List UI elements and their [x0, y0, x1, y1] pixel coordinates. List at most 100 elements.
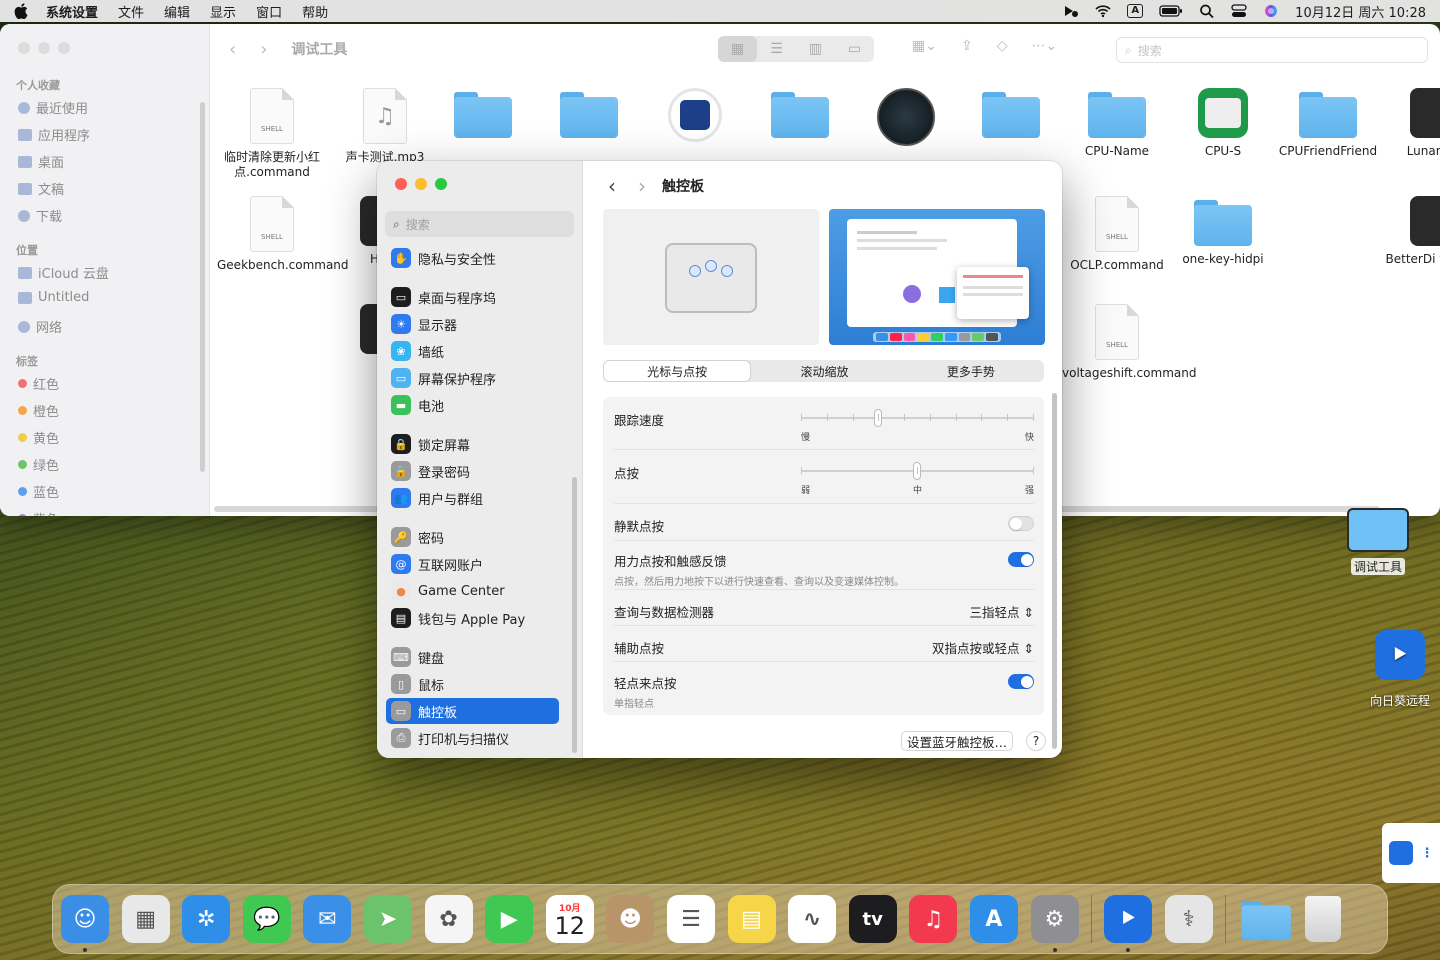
tag-icon[interactable]: ◇ [997, 38, 1008, 54]
sidebar-item-applications[interactable]: 应用程序 [18, 125, 90, 144]
bluetooth-trackpad-button[interactable]: 设置蓝牙触控板… [901, 731, 1013, 751]
sidebar-item[interactable]: ✋ 隐私与安全性 [386, 245, 559, 271]
file-item[interactable] [428, 88, 538, 144]
sidebar-item[interactable]: ▤ 钱包与 Apple Pay [386, 605, 559, 631]
back-arrow-icon[interactable]: ‹ [229, 39, 236, 60]
sidebar-item[interactable]: ▬ 电池 [386, 392, 559, 418]
file-item[interactable]: one-key-hidpi [1168, 196, 1278, 267]
minimize-button[interactable] [38, 42, 50, 54]
screen-record-icon[interactable] [1063, 4, 1079, 18]
share-icon[interactable]: ⇪ [961, 38, 973, 54]
sidebar-tag[interactable]: 黄色 [18, 428, 59, 447]
file-item[interactable]: CPU-S [1168, 88, 1278, 159]
launchpad-icon[interactable]: ▦ [121, 895, 170, 943]
gallery-view-icon[interactable]: ▭ [835, 36, 874, 62]
click-pressure-slider[interactable] [801, 462, 1034, 480]
finder-icon[interactable]: ☺ [61, 895, 109, 952]
more-actions-icon[interactable]: ⋯⌄ [1031, 38, 1057, 54]
siri-icon[interactable] [1263, 4, 1279, 18]
file-item[interactable]: Lunar-6.2 [1380, 88, 1440, 159]
file-item[interactable]: CPUFriendFriend [1273, 88, 1383, 159]
battery-icon[interactable] [1159, 4, 1183, 18]
clock[interactable]: 10月12日 周六 10:28 [1295, 2, 1426, 21]
apple-menu-icon[interactable] [14, 3, 28, 19]
sidebar-tag[interactable]: 橙色 [18, 401, 59, 420]
sidebar-item[interactable]: ▭ 屏幕保护程序 [386, 365, 559, 391]
tab-more-gestures[interactable]: 更多手势 [898, 360, 1044, 382]
sidebar-item[interactable]: ⌨ 键盘 [386, 644, 559, 670]
secondary-click-popup[interactable]: 双指点按或轻点 ⇕ [932, 638, 1034, 657]
sidebar-item[interactable]: @ 互联网账户 [386, 551, 559, 577]
sidebar-item-downloads[interactable]: 下载 [18, 206, 62, 225]
sidebar-tag[interactable]: 绿色 [18, 455, 59, 474]
file-item[interactable]: SHELL Geekbench.command [217, 196, 349, 273]
force-click-toggle[interactable] [1008, 552, 1034, 567]
sunlogin-icon[interactable]: ⯈ [1104, 895, 1153, 952]
facetime-icon[interactable]: ▶ [485, 895, 534, 943]
lookup-popup[interactable]: 三指轻点 ⇕ [970, 602, 1034, 621]
sidebar-item[interactable]: ❀ 墙纸 [386, 338, 559, 364]
input-method-indicator[interactable]: A [1127, 4, 1144, 18]
tab-point-click[interactable]: 光标与点按 [604, 361, 751, 381]
sidebar-scrollbar[interactable] [200, 102, 205, 472]
contacts-icon[interactable]: ☻ [606, 895, 655, 943]
sidebar-item-icloud[interactable]: iCloud 云盘 [18, 263, 109, 282]
close-button[interactable] [18, 42, 30, 54]
system-settings-icon[interactable]: ⚙ [1030, 895, 1079, 952]
sidebar-item[interactable]: ▯ 鼠标 [386, 671, 559, 697]
file-item[interactable] [640, 88, 750, 148]
sidebar-item-documents[interactable]: 文稿 [18, 179, 64, 198]
sidebar-item[interactable]: 🔒 锁定屏幕 [386, 431, 559, 457]
desktop-app-sunlogin[interactable]: ⯈ 向日葵远程 [1366, 630, 1434, 709]
tab-scroll-zoom[interactable]: 滚动缩放 [751, 360, 897, 382]
desktop-folder[interactable]: 调试工具 [1344, 508, 1412, 575]
column-view-icon[interactable]: ▥ [796, 36, 835, 62]
finder-search-input[interactable]: ⌕ 搜索 [1116, 37, 1428, 63]
tv-icon[interactable]: tv [848, 895, 897, 943]
mail-icon[interactable]: ✉ [303, 895, 352, 943]
freeform-icon[interactable]: ∿ [788, 895, 837, 943]
menu-app-name[interactable]: 系统设置 [46, 2, 98, 21]
app-store-icon[interactable]: A [969, 895, 1018, 943]
calendar-icon[interactable]: 10月 12 [545, 895, 594, 943]
sidebar-scrollbar[interactable] [572, 477, 577, 753]
sidebar-item[interactable]: 🔑 密码 [386, 524, 559, 550]
file-item[interactable] [745, 88, 855, 144]
sidebar-item[interactable]: ☀ 显示器 [386, 311, 559, 337]
sidebar-item-network[interactable]: 网络 [18, 317, 62, 336]
sidebar-tag[interactable]: 紫色 [18, 509, 59, 516]
sidebar-item[interactable]: ▭ 触控板 [386, 698, 559, 724]
sunlogin-side-widget[interactable]: ⋮ [1382, 823, 1440, 883]
file-item[interactable] [534, 88, 644, 144]
menu-help[interactable]: 帮助 [302, 2, 328, 21]
control-center-icon[interactable] [1231, 4, 1247, 18]
safari-icon[interactable]: ✲ [182, 895, 231, 943]
file-item[interactable] [851, 88, 961, 152]
sidebar-item[interactable]: ▭ 桌面与程序坞 [386, 284, 559, 310]
file-item[interactable]: CPU-Name [1062, 88, 1172, 159]
menu-edit[interactable]: 编辑 [164, 2, 190, 21]
trash-icon[interactable] [1299, 895, 1347, 943]
file-item[interactable]: SHELL voltageshift.command [1062, 304, 1196, 381]
help-button[interactable]: ? [1026, 731, 1046, 751]
menu-view[interactable]: 显示 [210, 2, 236, 21]
file-item[interactable]: SHELL 临时清除更新小红点.command [217, 88, 327, 180]
music-icon[interactable]: ♫ [909, 895, 958, 943]
spotlight-icon[interactable] [1199, 4, 1215, 18]
wifi-icon[interactable] [1095, 4, 1111, 18]
sidebar-item[interactable]: ⎙ 打印机与扫描仪 [386, 725, 559, 751]
minimize-button[interactable] [415, 178, 427, 190]
photos-icon[interactable]: ✿ [424, 895, 473, 943]
sidebar-item-recents[interactable]: 最近使用 [18, 98, 88, 117]
back-arrow-icon[interactable]: ‹ [608, 174, 616, 198]
sidebar-item[interactable]: 🔒 登录密码 [386, 458, 559, 484]
notes-icon[interactable]: ▤ [727, 895, 776, 943]
icon-view-icon[interactable]: ▦ [718, 36, 757, 62]
tracking-speed-slider[interactable] [801, 409, 1034, 427]
pane-scrollbar[interactable] [1052, 393, 1057, 749]
forward-arrow-icon[interactable]: › [638, 174, 646, 198]
close-button[interactable] [395, 178, 407, 190]
sidebar-tag[interactable]: 蓝色 [18, 482, 59, 501]
settings-search-input[interactable]: ⌕ 搜索 [385, 211, 574, 237]
menu-file[interactable]: 文件 [118, 2, 144, 21]
